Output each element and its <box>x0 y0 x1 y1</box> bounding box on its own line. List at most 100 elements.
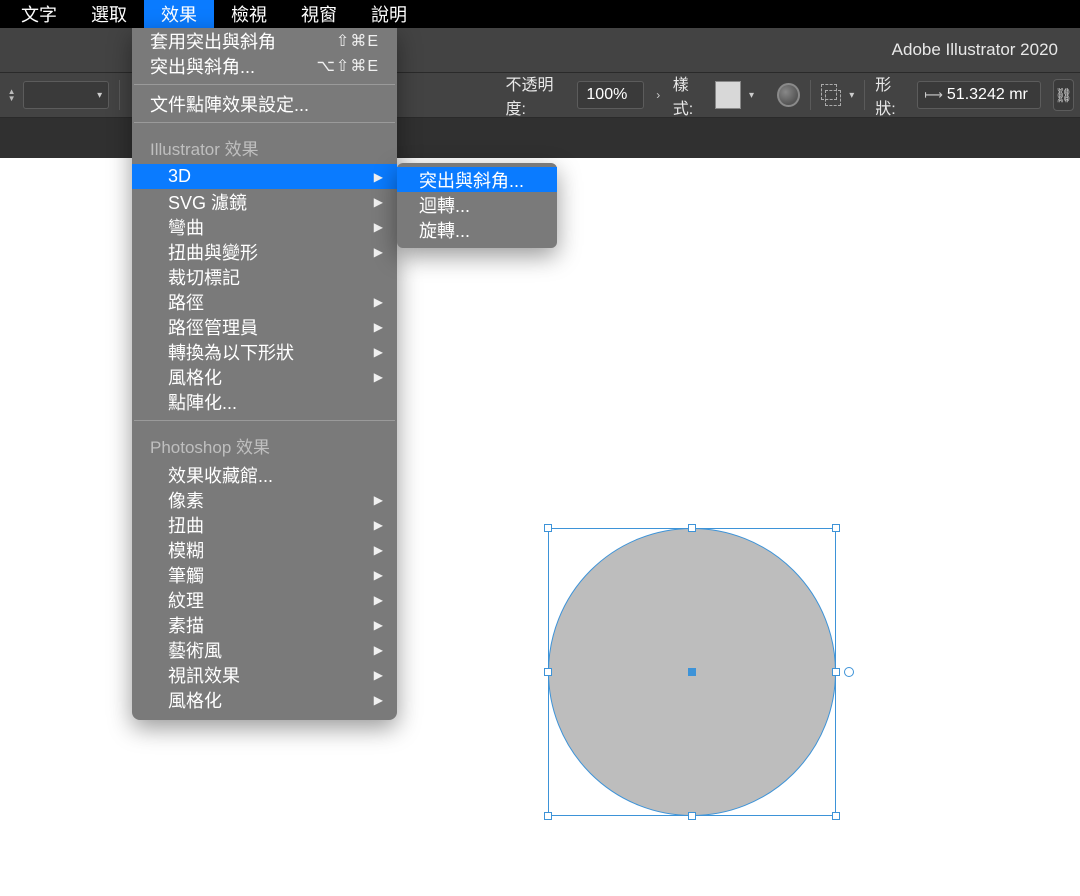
menu-item-label: 旋轉... <box>419 217 470 243</box>
submenu-arrow-icon: ▶ <box>374 195 383 209</box>
opacity-field[interactable]: 100% <box>577 81 644 109</box>
menu-header-photoshop: Photoshop 效果 <box>132 427 397 462</box>
menu-select[interactable]: 選取 <box>74 0 144 30</box>
illustrator-effect-item-2[interactable]: 彎曲▶ <box>132 214 397 239</box>
submenu-arrow-icon: ▶ <box>374 170 383 184</box>
graphic-style-swatch[interactable] <box>715 81 741 109</box>
menu-item-label: 3D <box>168 166 191 187</box>
menu-item-label: 突出與斜角... <box>150 53 255 79</box>
menu-item-label: 轉換為以下形狀 <box>168 339 294 365</box>
shape-width-value: 51.3242 mr <box>947 86 1028 104</box>
menu-item-label: 路徑管理員 <box>168 314 258 340</box>
menu-effects[interactable]: 效果 <box>144 0 214 30</box>
photoshop-effect-item-6[interactable]: 素描▶ <box>132 612 397 637</box>
handle-top-left[interactable] <box>544 524 552 532</box>
photoshop-effect-item-7[interactable]: 藝術風 ▶ <box>132 637 397 662</box>
stroke-stepper[interactable]: ▲▼ <box>6 88 17 102</box>
menu-separator <box>134 84 395 85</box>
photoshop-effect-item-1[interactable]: 像素▶ <box>132 487 397 512</box>
handle-middle-right[interactable] <box>832 668 840 676</box>
menu-window[interactable]: 視窗 <box>284 0 354 30</box>
opacity-value: 100% <box>586 86 627 104</box>
photoshop-effect-item-9[interactable]: 風格化 ▶ <box>132 687 397 712</box>
photoshop-effect-item-3[interactable]: 模糊▶ <box>132 537 397 562</box>
submenu-arrow-icon: ▶ <box>374 693 383 707</box>
menu-item-label: 文件點陣效果設定... <box>150 91 309 117</box>
recolor-artwork-icon[interactable] <box>777 83 800 107</box>
photoshop-effect-item-0[interactable]: 效果收藏館... <box>132 462 397 487</box>
menu-item-label: 視訊效果 <box>168 662 240 688</box>
toolbar-separator <box>810 80 811 110</box>
illustrator-effect-item-1[interactable]: SVG 濾鏡 ▶ <box>132 189 397 214</box>
submenu-arrow-icon: ▶ <box>374 593 383 607</box>
menu-item-label: 風格化 <box>168 687 222 713</box>
submenu-arrow-icon: ▶ <box>374 668 383 682</box>
opacity-label: 不透明度: <box>506 71 570 119</box>
menu-shortcut: ⇧⌘E <box>336 31 379 51</box>
menu-item-label: 扭曲 <box>168 512 204 538</box>
photoshop-effect-item-2[interactable]: 扭曲▶ <box>132 512 397 537</box>
submenu-arrow-icon: ▶ <box>374 370 383 384</box>
menu-item-label: SVG 濾鏡 <box>168 189 247 215</box>
menu-help[interactable]: 說明 <box>354 0 424 30</box>
3d-submenu-item-0[interactable]: 突出與斜角... <box>397 167 557 192</box>
menu-shortcut: ⌥⇧⌘E <box>316 56 379 76</box>
photoshop-effect-item-5[interactable]: 紋理 ▶ <box>132 587 397 612</box>
submenu-arrow-icon: ▶ <box>374 568 383 582</box>
menu-view[interactable]: 檢視 <box>214 0 284 30</box>
handle-top-right[interactable] <box>832 524 840 532</box>
illustrator-effect-item-5[interactable]: 路徑 ▶ <box>132 289 397 314</box>
submenu-arrow-icon: ▶ <box>374 643 383 657</box>
handle-top-middle[interactable] <box>688 524 696 532</box>
illustrator-effect-item-6[interactable]: 路徑管理員 ▶ <box>132 314 397 339</box>
menu-item-label: 套用突出與斜角 <box>150 28 276 54</box>
stroke-weight-dropdown[interactable]: ▾ <box>23 81 109 109</box>
menu-item-label: 素描 <box>168 612 204 638</box>
menu-item-label: 突出與斜角... <box>419 167 524 193</box>
menu-item-label: 點陣化... <box>168 389 237 415</box>
align-icon[interactable] <box>821 84 842 106</box>
photoshop-effect-item-4[interactable]: 筆觸 ▶ <box>132 562 397 587</box>
3d-submenu-item-2[interactable]: 旋轉... <box>397 217 557 242</box>
menu-item-label: 模糊 <box>168 537 204 563</box>
handle-bottom-left[interactable] <box>544 812 552 820</box>
menu-separator <box>134 122 395 123</box>
submenu-arrow-icon: ▶ <box>374 220 383 234</box>
menu-item-label: 藝術風 <box>168 637 222 663</box>
menu-apply-last-effect[interactable]: 套用突出與斜角 ⇧⌘E <box>132 28 397 53</box>
3d-submenu-item-1[interactable]: 迴轉... <box>397 192 557 217</box>
handle-bottom-middle[interactable] <box>688 812 696 820</box>
style-caret-icon[interactable]: ▾ <box>749 90 754 101</box>
align-caret-icon[interactable]: ▾ <box>849 90 854 101</box>
menu-item-label: 效果收藏館... <box>168 462 273 488</box>
illustrator-effect-item-9[interactable]: 點陣化... <box>132 389 397 414</box>
menu-item-label: 路徑 <box>168 289 204 315</box>
illustrator-effect-item-8[interactable]: 風格化 ▶ <box>132 364 397 389</box>
selection-bounding-box[interactable] <box>548 528 836 816</box>
3d-submenu: 突出與斜角...迴轉...旋轉... <box>397 163 557 248</box>
handle-middle-left[interactable] <box>544 668 552 676</box>
menu-header-illustrator: Illustrator 效果 <box>132 129 397 164</box>
menu-text[interactable]: 文字 <box>4 0 74 30</box>
shape-width-field[interactable]: ⟼ 51.3242 mr <box>917 81 1041 109</box>
submenu-arrow-icon: ▶ <box>374 320 383 334</box>
illustrator-effect-item-7[interactable]: 轉換為以下形狀▶ <box>132 339 397 364</box>
opacity-more[interactable]: › <box>650 81 667 109</box>
menu-item-label: 扭曲與變形 <box>168 239 258 265</box>
photoshop-effect-item-8[interactable]: 視訊效果 ▶ <box>132 662 397 687</box>
menu-last-effect[interactable]: 突出與斜角... ⌥⇧⌘E <box>132 53 397 78</box>
toolbar-separator <box>119 80 120 110</box>
illustrator-effect-item-4[interactable]: 裁切標記 <box>132 264 397 289</box>
submenu-arrow-icon: ▶ <box>374 295 383 309</box>
menu-raster-settings[interactable]: 文件點陣效果設定... <box>132 91 397 116</box>
link-proportions-icon[interactable]: ⛓ <box>1053 79 1074 111</box>
illustrator-effect-item-3[interactable]: 扭曲與變形▶ <box>132 239 397 264</box>
illustrator-effect-item-0[interactable]: 3D ▶ <box>132 164 397 189</box>
pie-widget-handle[interactable] <box>844 667 854 677</box>
menu-item-label: 筆觸 <box>168 562 204 588</box>
menu-item-label: 風格化 <box>168 364 222 390</box>
handle-bottom-right[interactable] <box>832 812 840 820</box>
center-point[interactable] <box>688 668 696 676</box>
menu-item-label: 裁切標記 <box>168 264 240 290</box>
menu-item-label: 紋理 <box>168 587 204 613</box>
